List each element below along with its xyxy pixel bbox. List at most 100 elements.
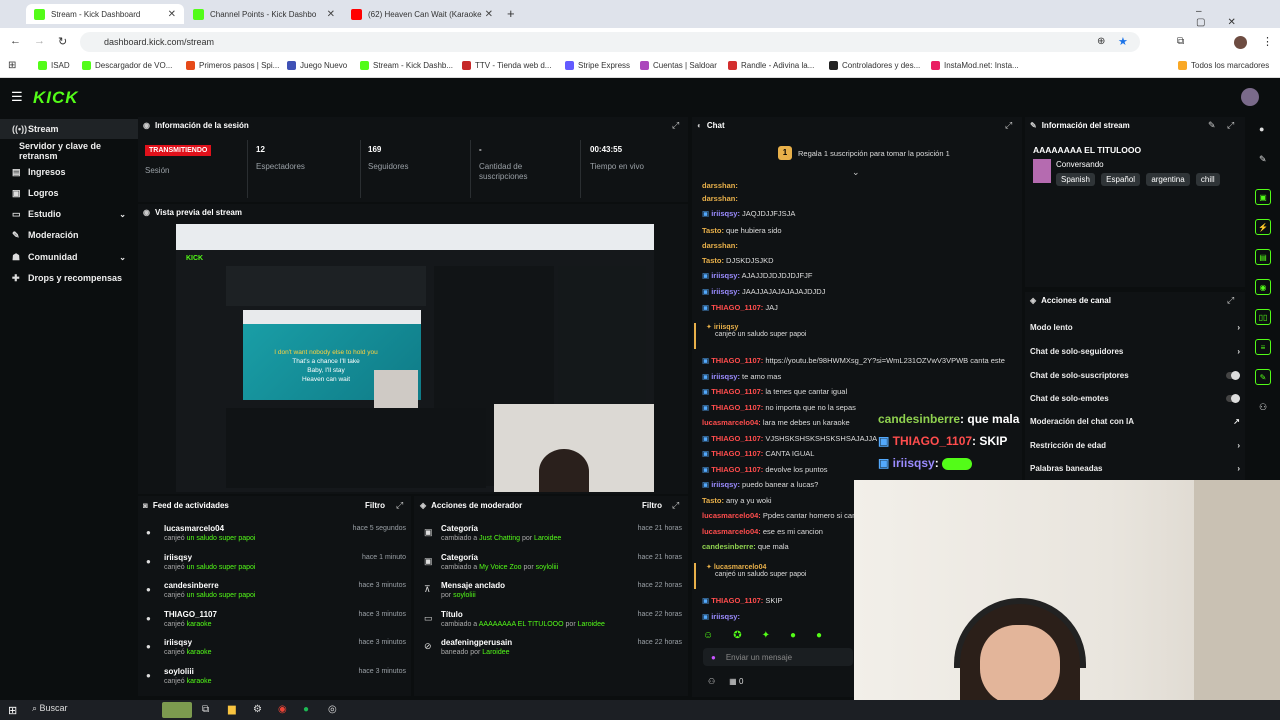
stream-preview-video[interactable]: KICK I don't want nobody else to hold yo…: [176, 224, 654, 492]
chat-username[interactable]: THIAGO_1107:: [711, 356, 763, 365]
chat-username[interactable]: lucasmarcelo04:: [702, 527, 761, 536]
chat-username[interactable]: THIAGO_1107:: [711, 449, 763, 458]
close-tab-icon[interactable]: ✕: [168, 9, 176, 20]
sidebar-item-logros[interactable]: ▣ Logros: [0, 183, 138, 203]
rail-doc-icon[interactable]: ▤: [1255, 249, 1271, 265]
subs-only-toggle[interactable]: [1226, 371, 1240, 380]
taskbar-search[interactable]: ⌕ Buscar: [32, 703, 68, 714]
bookmark-item[interactable]: Stripe Express: [565, 61, 630, 70]
rail-list-icon[interactable]: ≡: [1255, 339, 1271, 355]
feed-user[interactable]: iriisqsy: [164, 638, 192, 647]
new-tab-button[interactable]: +: [507, 6, 515, 21]
expand-icon[interactable]: ⤢: [396, 500, 403, 511]
chat-username[interactable]: iriisqsy:: [711, 271, 740, 280]
edit-icon[interactable]: ✎: [1208, 120, 1216, 131]
sidebar-item-drops[interactable]: ✚ Drops y recompensas: [0, 268, 138, 288]
chat-username[interactable]: darsshan:: [702, 194, 738, 203]
tab-stream-dashboard[interactable]: Stream - Kick Dashboard ✕: [26, 4, 184, 24]
feed-filter-button[interactable]: Filtro: [365, 501, 385, 510]
pinned-gift-banner[interactable]: 1 Regala 1 suscripción para tomar la pos…: [778, 146, 950, 160]
sidebar-item-moderacion[interactable]: ✎ Moderación: [0, 225, 138, 245]
menu-dots-icon[interactable]: ⋮: [1262, 35, 1273, 48]
rail-camera-icon[interactable]: ▣: [1255, 189, 1271, 205]
bookmark-item[interactable]: Descargador de VO...: [82, 61, 172, 70]
chrome-icon[interactable]: ◉: [278, 704, 287, 715]
channel-action-subs-only[interactable]: Chat de solo-suscriptores: [1030, 371, 1240, 380]
chat-username[interactable]: Tasto:: [702, 496, 724, 505]
feed-user[interactable]: candesinberre: [164, 581, 219, 590]
tag[interactable]: argentina: [1146, 173, 1190, 186]
bookmark-item[interactable]: Primeros pasos | Spi...: [186, 61, 279, 70]
feed-user[interactable]: lucasmarcelo04: [164, 524, 224, 533]
chat-username[interactable]: Tasto:: [702, 226, 724, 235]
chat-username[interactable]: Tasto:: [702, 256, 724, 265]
channel-action-banned-words[interactable]: Palabras baneadas ›: [1030, 464, 1240, 473]
chat-username[interactable]: THIAGO_1107:: [711, 303, 763, 312]
chat-username[interactable]: iriisqsy:: [711, 480, 740, 489]
star-icon[interactable]: ★: [1118, 35, 1128, 48]
channel-action-age-restriction[interactable]: Restricción de edad ›: [1030, 441, 1240, 450]
points-icon[interactable]: ▦ 0: [729, 677, 743, 686]
bookmark-item[interactable]: InstaMod.net: Insta...: [931, 61, 1019, 70]
chat-username[interactable]: darsshan:: [702, 181, 738, 190]
profile-avatar-icon[interactable]: [1234, 36, 1247, 49]
bookmark-item[interactable]: Cuentas | Saldoar: [640, 61, 717, 70]
bookmark-item[interactable]: Stream - Kick Dashb...: [360, 61, 453, 70]
sidebar-item-estudio[interactable]: ▭ Estudio ⌄: [0, 204, 138, 224]
feed-user[interactable]: soyloliii: [164, 667, 194, 676]
sidebar-item-server-key[interactable]: Servidor y clave de retransm: [0, 141, 138, 161]
chat-input[interactable]: ● Enviar un mensaje: [703, 648, 853, 666]
rail-chat-icon[interactable]: ◉: [1255, 279, 1271, 295]
feed-user[interactable]: THIAGO_1107: [164, 610, 217, 619]
expand-icon[interactable]: ⤢: [1227, 120, 1234, 131]
tab-youtube[interactable]: (62) Heaven Can Wait (Karaoke ✕: [343, 4, 501, 24]
sidebar-item-comunidad[interactable]: ☗ Comunidad ⌄: [0, 247, 138, 267]
forward-icon[interactable]: →: [34, 35, 45, 47]
start-icon[interactable]: ⊞: [8, 704, 17, 717]
tab-channel-points[interactable]: Channel Points - Kick Dashbo ✕: [185, 4, 343, 24]
channel-action-emotes-only[interactable]: Chat de solo-emotes: [1030, 394, 1240, 403]
channel-action-ai-moderation[interactable]: Moderación del chat con IA ↗: [1030, 417, 1240, 426]
obs-icon[interactable]: ◎: [328, 704, 337, 715]
chat-username[interactable]: THIAGO_1107:: [711, 387, 763, 396]
channel-action-followers-only[interactable]: Chat de solo-seguidores ›: [1030, 347, 1240, 356]
sidebar-item-ingresos[interactable]: ▤ Ingresos: [0, 162, 138, 182]
back-icon[interactable]: ←: [10, 35, 21, 47]
bookmark-item[interactable]: ISAD: [38, 61, 70, 70]
channel-action-slow-mode[interactable]: Modo lento ›: [1030, 323, 1240, 332]
chat-username[interactable]: iriisqsy:: [711, 287, 740, 296]
bookmark-item[interactable]: TTV - Tienda web d...: [462, 61, 551, 70]
chat-username[interactable]: THIAGO_1107:: [711, 434, 763, 443]
window-controls[interactable]: –▢✕: [1196, 6, 1280, 28]
bookmark-item[interactable]: Juego Nuevo: [287, 61, 347, 70]
bookmark-item[interactable]: Randle - Adivina la...: [728, 61, 814, 70]
chat-username[interactable]: darsshan:: [702, 241, 738, 250]
expand-icon[interactable]: ⤢: [1005, 120, 1012, 131]
expand-icon[interactable]: ⤢: [1227, 295, 1234, 306]
user-avatar[interactable]: [1241, 88, 1259, 106]
info-circle-icon[interactable]: ●: [1259, 124, 1264, 134]
collapse-pinned-icon[interactable]: ⌄: [852, 167, 860, 178]
chat-username[interactable]: iriisqsy:: [711, 209, 740, 218]
chat-username[interactable]: THIAGO_1107:: [711, 465, 763, 474]
settings-icon[interactable]: ⚙: [253, 704, 262, 715]
emotes-only-toggle[interactable]: [1226, 394, 1240, 403]
feed-user[interactable]: iriisqsy: [164, 553, 192, 562]
rail-people-icon[interactable]: ⚇: [1259, 402, 1267, 413]
tag[interactable]: Spanish: [1056, 173, 1095, 186]
rail-dual-icon[interactable]: ▯▯: [1255, 309, 1271, 325]
mod-filter-button[interactable]: Filtro: [642, 501, 662, 510]
extensions-icon[interactable]: ⧉: [1177, 36, 1184, 47]
chat-username[interactable]: THIAGO_1107:: [711, 403, 763, 412]
taskbar-app-icon[interactable]: [162, 702, 192, 718]
hamburger-menu-icon[interactable]: ☰: [11, 89, 23, 105]
emote-picker-icon[interactable]: ⚇: [708, 677, 715, 686]
bookmark-item[interactable]: Controladores y des...: [829, 61, 920, 70]
tag[interactable]: chill: [1195, 173, 1220, 186]
task-view-icon[interactable]: ⧉: [202, 704, 209, 715]
kick-logo[interactable]: KICK: [33, 88, 79, 108]
chat-username[interactable]: iriisqsy:: [711, 612, 740, 621]
chat-username[interactable]: iriisqsy:: [711, 372, 740, 381]
chat-username[interactable]: THIAGO_1107:: [711, 596, 763, 605]
close-tab-icon[interactable]: ✕: [327, 9, 335, 20]
